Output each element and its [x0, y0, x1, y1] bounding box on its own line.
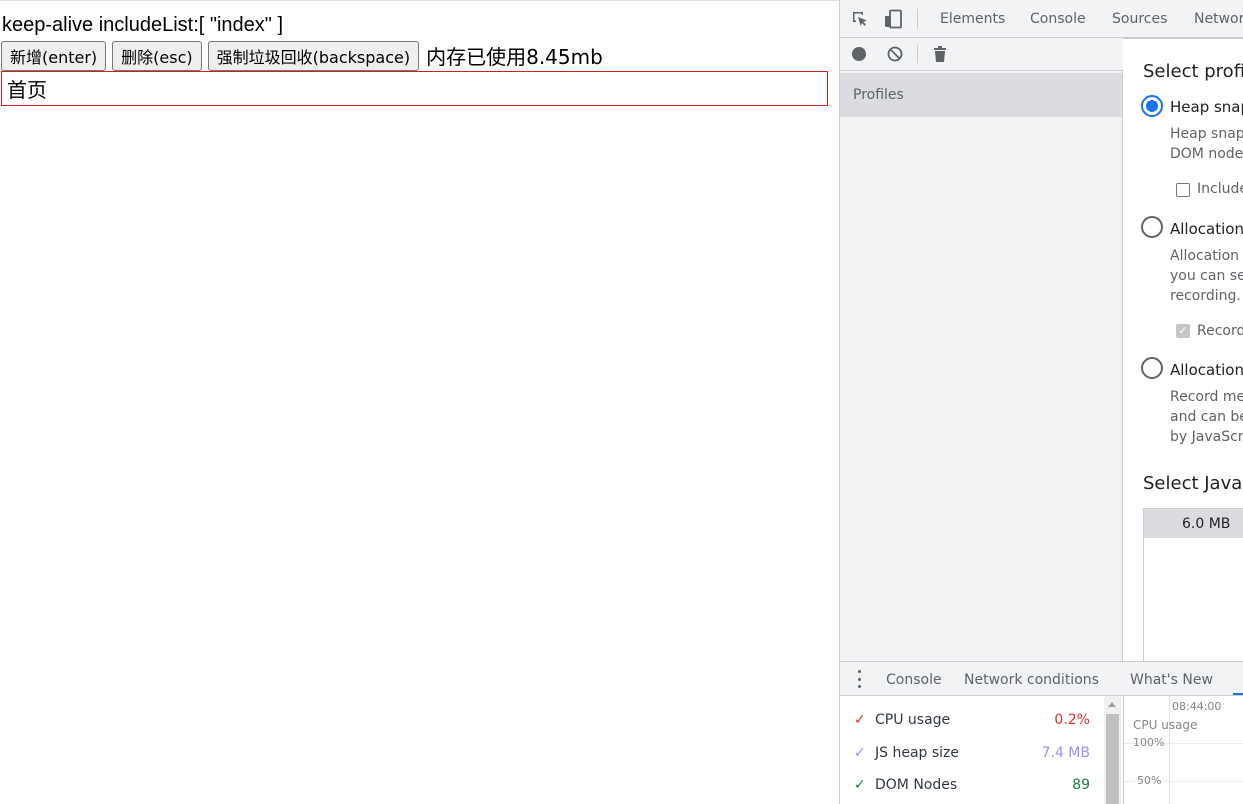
drawer-tab-whats-new[interactable]: What's New	[1130, 672, 1213, 688]
metric-value: 0.2%	[1054, 712, 1090, 728]
metric-name: CPU usage	[875, 712, 951, 728]
tab-elements[interactable]: Elements	[940, 11, 1005, 27]
performance-graph: 08:44:00 CPU usage 100% 50%	[1123, 696, 1243, 804]
device-toolbar-icon[interactable]	[883, 9, 903, 29]
select-profiling-type-title: Select profiling type	[1143, 61, 1243, 82]
tab-sources[interactable]: Sources	[1112, 11, 1167, 27]
allocation-timeline-radio[interactable]	[1141, 216, 1163, 238]
inspect-element-icon[interactable]	[850, 9, 870, 29]
drawer-tab-console[interactable]: Console	[886, 672, 942, 688]
profiles-sidebar: Profiles	[840, 71, 1123, 661]
allocation-timeline-desc-line-2: you can select a time interval to see ob…	[1170, 268, 1243, 284]
metric-cpu-usage[interactable]: ✓ CPU usage 0.2%	[854, 709, 1090, 731]
checkmark-icon: ✓	[854, 745, 866, 761]
vm-instance-list: 6.0 MB	[1143, 508, 1243, 661]
delete-button[interactable]: 删除(esc)	[112, 40, 202, 71]
metric-value: 89	[1072, 777, 1090, 793]
graph-tick-50: 50%	[1137, 774, 1162, 787]
vm-heap-size-value: 6.0 MB	[1182, 515, 1231, 532]
allocation-sampling-label[interactable]: Allocation sampling	[1170, 361, 1243, 379]
metric-name: JS heap size	[875, 745, 960, 761]
toolbar-separator	[917, 45, 918, 63]
tab-network[interactable]: Network	[1194, 11, 1243, 27]
heap-snapshot-desc-line-1: Heap snapshot profiles show memory distr…	[1170, 126, 1243, 142]
select-vm-title: Select JavaScript VM instance	[1143, 473, 1243, 494]
checkmark-icon: ✓	[854, 777, 866, 793]
devtools-panel: Elements Console Sources Network Profile…	[839, 0, 1243, 804]
graph-cpu-label: CPU usage	[1133, 718, 1198, 732]
metric-js-heap-size[interactable]: ✓ JS heap size 7.4 MB	[854, 742, 1090, 764]
button-row: 新增(enter) 删除(esc) 强制垃圾回收(backspace) 内存已使…	[1, 40, 603, 71]
more-tools-icon[interactable]	[852, 670, 866, 688]
allocation-timeline-desc-line-3: recording. Use this profile type to isol…	[1170, 288, 1243, 304]
metrics-scrollbar[interactable]	[1104, 696, 1121, 804]
force-gc-button[interactable]: 强制垃圾回收(backspace)	[207, 40, 420, 71]
vm-heap-size[interactable]: 6.0 MB	[1144, 509, 1243, 538]
metric-dom-nodes[interactable]: ✓ DOM Nodes 89	[854, 774, 1090, 796]
sidebar-item-label: Profiles	[853, 87, 904, 103]
profile-launcher: Select profiling type Heap snapshot Heap…	[1123, 38, 1243, 661]
heap-snapshot-label[interactable]: Heap snapshot	[1170, 98, 1243, 116]
include-numerical-checkbox[interactable]	[1176, 183, 1190, 197]
collect-garbage-icon[interactable]	[931, 45, 949, 63]
page-heading: keep-alive includeList:[ "index" ]	[2, 14, 284, 36]
heap-snapshot-radio[interactable]	[1141, 95, 1163, 117]
record-stack-traces-checkbox[interactable]: ✓	[1176, 324, 1190, 338]
devtools-tab-bar: Elements Console Sources Network	[840, 0, 1243, 38]
heap-snapshot-desc-line-2: DOM nodes.	[1170, 146, 1243, 162]
home-item-label: 首页	[7, 78, 47, 102]
checkmark-icon: ✓	[854, 712, 866, 728]
scrollbar-thumb[interactable]	[1106, 714, 1119, 804]
performance-metrics-list: ✓ CPU usage 0.2% ✓ JS heap size 7.4 MB ✓…	[840, 696, 1104, 804]
scroll-up-icon[interactable]	[1108, 702, 1116, 707]
tab-bar-separator	[917, 9, 918, 29]
metric-name: DOM Nodes	[875, 777, 958, 793]
graph-time-gridline	[1169, 696, 1170, 804]
test-page: keep-alive includeList:[ "index" ] 新增(en…	[0, 0, 839, 804]
drawer-tab-bar: Console Network conditions What's New	[840, 661, 1243, 696]
allocation-timeline-label[interactable]: Allocation instrumentation on timeline	[1170, 220, 1243, 238]
metric-value: 7.4 MB	[1041, 745, 1090, 761]
drawer-tab-selected-indicator	[1233, 693, 1243, 695]
memory-toolbar	[840, 38, 1123, 71]
sidebar-item-profiles[interactable]: Profiles	[840, 73, 1122, 117]
include-numerical-label[interactable]: Include numerical values in capture	[1197, 181, 1243, 197]
allocation-sampling-desc-line-3: by JavaScript execution stack.	[1170, 429, 1243, 445]
clear-icon[interactable]	[886, 45, 904, 63]
home-item: 首页	[1, 71, 828, 106]
allocation-sampling-desc-line-1: Record memory allocations using sampling…	[1170, 389, 1243, 405]
memory-used-text: 内存已使用8.45mb	[426, 45, 603, 69]
record-stack-traces-label: Record stack traces of allocations	[1197, 323, 1243, 339]
allocation-sampling-radio[interactable]	[1141, 357, 1163, 379]
allocation-timeline-desc-line-1: Allocation timelines show instrumented J…	[1170, 248, 1243, 264]
record-icon[interactable]	[850, 45, 868, 63]
add-button[interactable]: 新增(enter)	[1, 40, 107, 71]
allocation-sampling-desc-line-2: and can be used for long running operati…	[1170, 409, 1243, 425]
graph-tick-100: 100%	[1133, 736, 1165, 749]
tab-console[interactable]: Console	[1030, 11, 1086, 27]
graph-time-label: 08:44:00	[1172, 700, 1222, 713]
drawer-tab-network-conditions[interactable]: Network conditions	[964, 672, 1099, 688]
